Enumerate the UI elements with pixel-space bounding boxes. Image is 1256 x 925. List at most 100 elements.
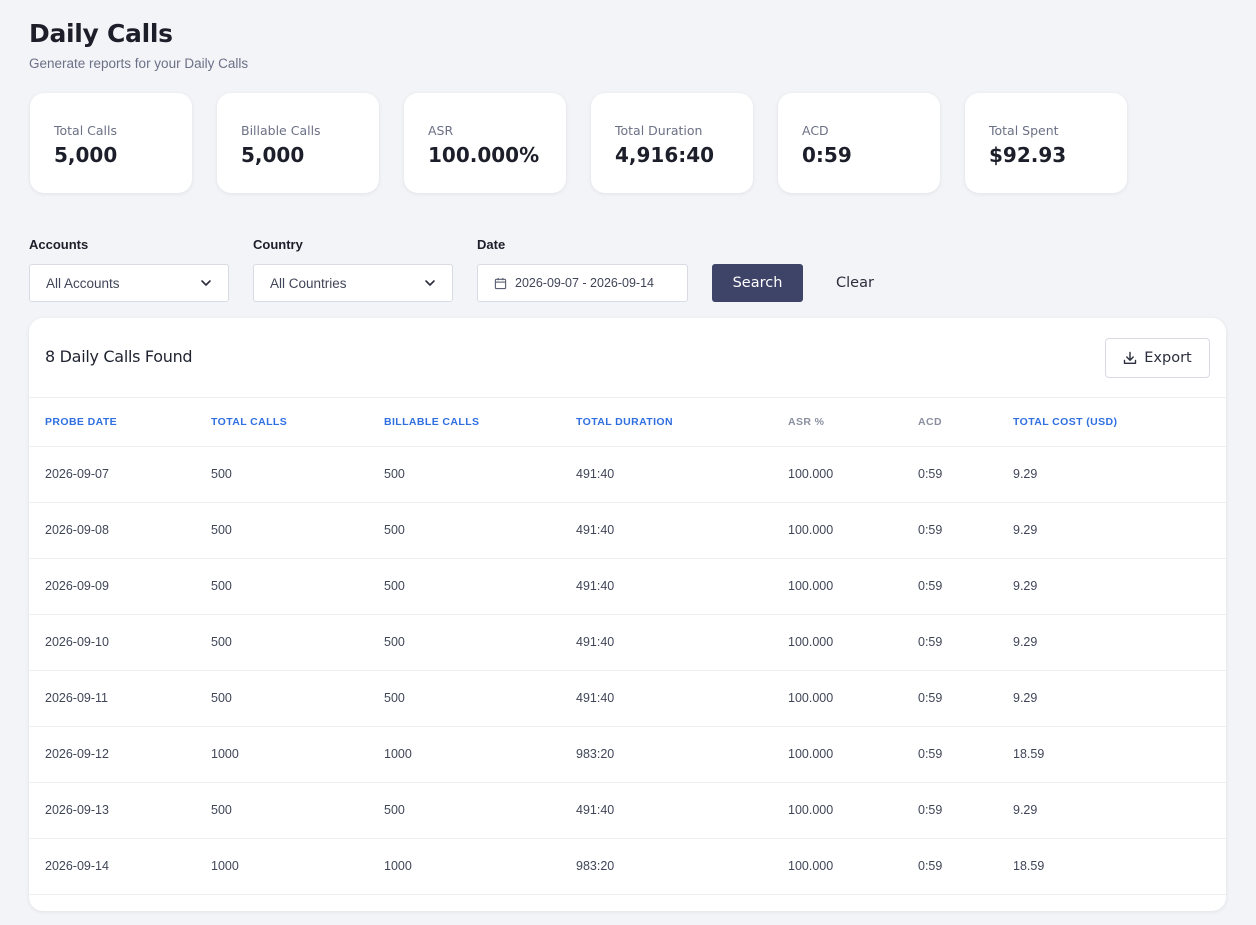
cell-total-cost: 9.29 xyxy=(1013,579,1038,593)
cell-asr: 100.000 xyxy=(788,523,834,537)
accounts-select-value: All Accounts xyxy=(46,275,120,291)
calendar-icon xyxy=(494,277,507,289)
cell-total-duration: 491:40 xyxy=(576,523,615,537)
stat-value: 5,000 xyxy=(54,143,118,167)
table-row: 2026-09-08 500 500 491:40 100.000 0:59 9… xyxy=(29,503,1226,559)
stat-card-total-calls: Total Calls 5,000 xyxy=(30,93,192,193)
cell-total-duration: 491:40 xyxy=(576,691,615,705)
cell-total-duration: 491:40 xyxy=(576,467,615,481)
export-button[interactable]: Export xyxy=(1105,338,1210,378)
stats-row: Total Calls 5,000 Billable Calls 5,000 A… xyxy=(30,93,1127,193)
stat-value: 100.000% xyxy=(428,143,540,167)
stat-card-acd: ACD 0:59 xyxy=(778,93,940,193)
cell-asr: 100.000 xyxy=(788,635,834,649)
cell-billable-calls: 500 xyxy=(384,467,405,481)
table-header: Probe Date Total Calls Billable Calls To… xyxy=(29,397,1226,447)
cell-probe-date: 2026-09-07 xyxy=(45,467,109,481)
cell-total-cost: 9.29 xyxy=(1013,803,1038,817)
cell-total-cost: 9.29 xyxy=(1013,523,1038,537)
column-header-asr: ASR % xyxy=(788,416,825,428)
cell-probe-date: 2026-09-12 xyxy=(45,747,109,761)
column-header-total-duration[interactable]: Total Duration xyxy=(576,416,673,428)
country-select[interactable]: All Countries xyxy=(253,264,453,302)
cell-total-duration: 491:40 xyxy=(576,579,615,593)
cell-billable-calls: 500 xyxy=(384,523,405,537)
cell-billable-calls: 500 xyxy=(384,691,405,705)
cell-probe-date: 2026-09-13 xyxy=(45,803,109,817)
cell-total-calls: 500 xyxy=(211,523,232,537)
stat-label: Total Duration xyxy=(615,123,703,138)
table-row: 2026-09-14 1000 1000 983:20 100.000 0:59… xyxy=(29,839,1226,895)
results-count: 8 Daily Calls Found xyxy=(45,347,193,366)
cell-acd: 0:59 xyxy=(918,747,943,761)
cell-total-calls: 500 xyxy=(211,579,232,593)
cell-acd: 0:59 xyxy=(918,635,943,649)
cell-total-calls: 500 xyxy=(211,467,232,481)
cell-total-cost: 18.59 xyxy=(1013,859,1045,873)
cell-probe-date: 2026-09-10 xyxy=(45,635,109,649)
page-subtitle: Generate reports for your Daily Calls xyxy=(29,56,249,71)
cell-billable-calls: 500 xyxy=(384,579,405,593)
table-row: 2026-09-13 500 500 491:40 100.000 0:59 9… xyxy=(29,783,1226,839)
table-row: 2026-09-07 500 500 491:40 100.000 0:59 9… xyxy=(29,447,1226,503)
date-label: Date xyxy=(477,237,506,252)
date-range-value: 2026-09-07 - 2026-09-14 xyxy=(515,276,654,290)
cell-total-calls: 500 xyxy=(211,691,232,705)
stat-label: Total Spent xyxy=(989,123,1059,138)
column-header-acd: ACD xyxy=(918,416,942,428)
cell-asr: 100.000 xyxy=(788,467,834,481)
export-label: Export xyxy=(1144,350,1192,366)
cell-total-cost: 9.29 xyxy=(1013,467,1038,481)
accounts-label: Accounts xyxy=(29,237,89,252)
stat-value: 4,916:40 xyxy=(615,143,715,167)
cell-total-duration: 983:20 xyxy=(576,747,615,761)
search-button[interactable]: Search xyxy=(712,264,803,302)
date-range-input[interactable]: 2026-09-07 - 2026-09-14 xyxy=(477,264,688,302)
cell-total-duration: 983:20 xyxy=(576,859,615,873)
cell-total-duration: 491:40 xyxy=(576,803,615,817)
column-header-billable-calls[interactable]: Billable Calls xyxy=(384,416,479,428)
stat-value: $92.93 xyxy=(989,143,1067,167)
cell-asr: 100.000 xyxy=(788,859,834,873)
cell-total-cost: 9.29 xyxy=(1013,691,1038,705)
stat-card-total-spent: Total Spent $92.93 xyxy=(965,93,1127,193)
table-row: 2026-09-09 500 500 491:40 100.000 0:59 9… xyxy=(29,559,1226,615)
cell-acd: 0:59 xyxy=(918,523,943,537)
cell-billable-calls: 500 xyxy=(384,803,405,817)
stat-value: 0:59 xyxy=(802,143,852,167)
cell-total-duration: 491:40 xyxy=(576,635,615,649)
results-table-card: 8 Daily Calls Found Export Probe Date To… xyxy=(29,318,1226,911)
cell-probe-date: 2026-09-14 xyxy=(45,859,109,873)
table-row: 2026-09-10 500 500 491:40 100.000 0:59 9… xyxy=(29,615,1226,671)
download-icon xyxy=(1124,351,1137,364)
cell-acd: 0:59 xyxy=(918,803,943,817)
cell-probe-date: 2026-09-11 xyxy=(45,691,109,705)
country-label: Country xyxy=(253,237,303,252)
clear-button[interactable]: Clear xyxy=(822,264,888,302)
accounts-select[interactable]: All Accounts xyxy=(29,264,229,302)
column-header-probe-date[interactable]: Probe Date xyxy=(45,416,117,428)
cell-billable-calls: 1000 xyxy=(384,747,412,761)
cell-asr: 100.000 xyxy=(788,579,834,593)
cell-total-cost: 18.59 xyxy=(1013,747,1045,761)
cell-asr: 100.000 xyxy=(788,803,834,817)
column-header-total-cost[interactable]: Total Cost (USD) xyxy=(1013,416,1117,428)
cell-total-calls: 1000 xyxy=(211,747,239,761)
cell-acd: 0:59 xyxy=(918,859,943,873)
stat-label: ACD xyxy=(802,123,829,138)
cell-total-calls: 500 xyxy=(211,635,232,649)
cell-billable-calls: 500 xyxy=(384,635,405,649)
stat-card-asr: ASR 100.000% xyxy=(404,93,566,193)
stat-label: Total Calls xyxy=(54,123,118,138)
stat-label: Billable Calls xyxy=(241,123,321,138)
country-select-value: All Countries xyxy=(270,275,347,291)
stat-card-billable-calls: Billable Calls 5,000 xyxy=(217,93,379,193)
stat-value: 5,000 xyxy=(241,143,305,167)
cell-billable-calls: 1000 xyxy=(384,859,412,873)
cell-total-calls: 500 xyxy=(211,803,232,817)
column-header-total-calls[interactable]: Total Calls xyxy=(211,416,287,428)
page-title: Daily Calls xyxy=(29,19,173,48)
cell-total-cost: 9.29 xyxy=(1013,635,1038,649)
chevron-down-icon xyxy=(425,280,435,286)
cell-asr: 100.000 xyxy=(788,747,834,761)
